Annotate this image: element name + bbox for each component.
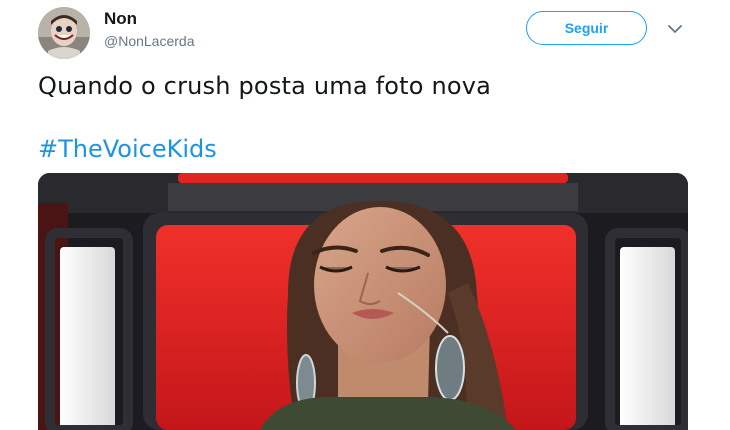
avatar[interactable]: [38, 7, 90, 59]
chevron-down-icon[interactable]: [664, 20, 686, 38]
tweet-media-photo[interactable]: [38, 173, 688, 430]
avatar-image: [38, 7, 90, 59]
tweet-text: Quando o crush posta uma foto nova: [38, 72, 492, 100]
author-handle[interactable]: @NonLacerda: [104, 33, 195, 49]
photo-image: [38, 173, 688, 430]
follow-button[interactable]: Seguir: [526, 11, 647, 45]
hashtag-link[interactable]: #TheVoiceKids: [38, 135, 217, 163]
author-name[interactable]: Non: [104, 9, 137, 29]
